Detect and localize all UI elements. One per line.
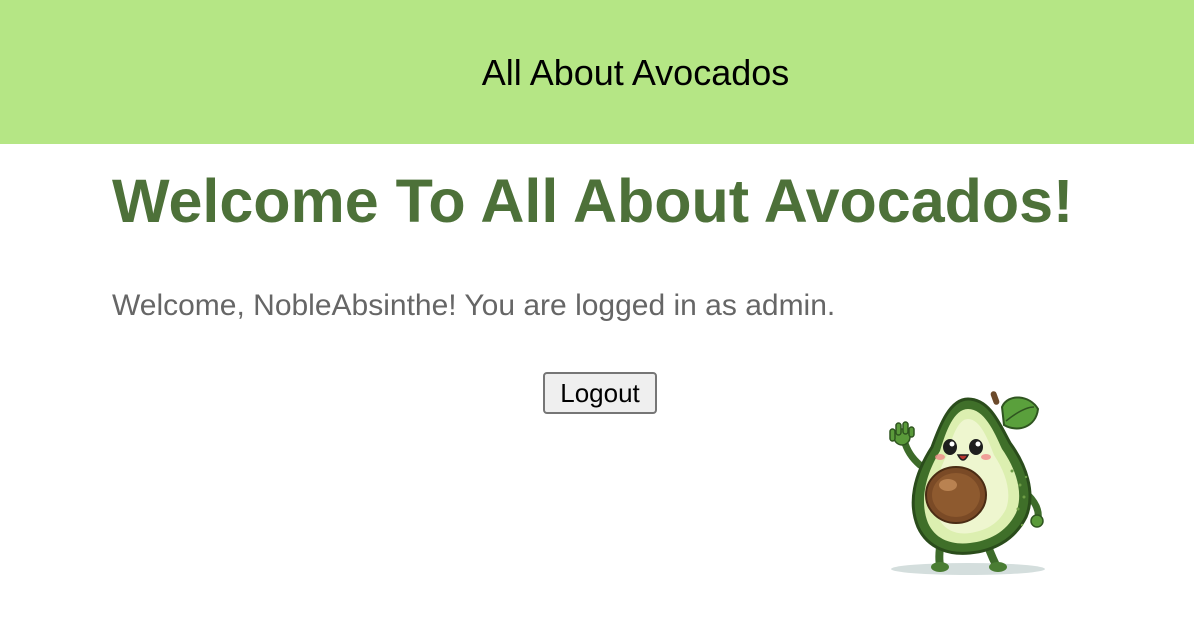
site-title: All About Avocados [481,52,790,93]
site-header: All About Avocados [0,0,1194,144]
logout-button[interactable]: Logout [543,372,657,414]
avocado-mascot-icon [889,391,1045,575]
page-heading: Welcome To All About Avocados! [112,167,1074,235]
welcome-message: Welcome, NobleAbsinthe! You are logged i… [112,289,836,322]
